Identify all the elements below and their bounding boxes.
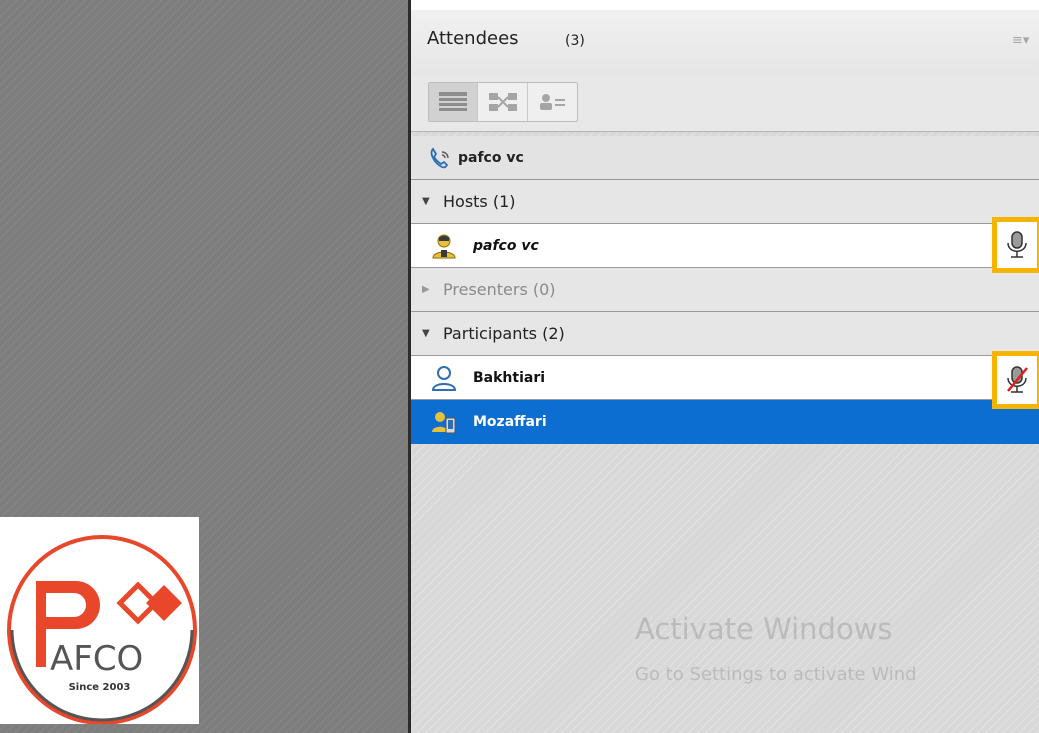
view-switcher bbox=[428, 82, 578, 122]
expand-caret-icon[interactable]: ▼ bbox=[422, 196, 432, 207]
conference-line-row[interactable]: pafco vc bbox=[411, 136, 1039, 180]
role-view-button[interactable] bbox=[528, 83, 577, 121]
expand-caret-icon[interactable]: ▼ bbox=[422, 328, 432, 339]
panel-title: Attendees bbox=[427, 28, 519, 49]
role-view-icon bbox=[540, 94, 566, 110]
list-view-icon bbox=[439, 92, 468, 111]
breakout-view-icon bbox=[488, 93, 517, 111]
panel-header: Attendees (3) ≡▾ bbox=[411, 0, 1039, 76]
microphone-muted-icon bbox=[1007, 366, 1028, 393]
host-microphone-button[interactable] bbox=[992, 217, 1039, 273]
attendee-name: pafco vc bbox=[473, 237, 539, 254]
attendee-name: Bakhtiari bbox=[473, 369, 546, 386]
section-participants[interactable]: ▼ Participants (2) bbox=[411, 312, 1039, 356]
section-hosts-label: Hosts (1) bbox=[443, 192, 516, 211]
microphone-icon bbox=[1007, 231, 1027, 258]
section-presenters[interactable]: ▶ Presenters (0) bbox=[411, 268, 1039, 312]
list-menu-icon[interactable]: ≡▾ bbox=[1012, 33, 1029, 48]
logo-text: AFCO bbox=[50, 639, 143, 679]
pafco-logo: AFCO Since 2003 bbox=[0, 517, 199, 724]
attendee-name: Mozaffari bbox=[473, 414, 547, 430]
attendee-row-bakhtiari[interactable]: Bakhtiari bbox=[411, 356, 1039, 400]
activate-windows-subtitle: Go to Settings to activate Wind bbox=[635, 664, 917, 685]
view-toolbar bbox=[411, 76, 1039, 132]
phone-call-icon bbox=[430, 147, 449, 168]
section-presenters-label: Presenters (0) bbox=[443, 280, 556, 299]
list-view-button[interactable] bbox=[429, 83, 479, 121]
activate-windows-title: Activate Windows bbox=[635, 612, 893, 646]
participant-user-icon bbox=[431, 365, 457, 391]
participant-microphone-button[interactable] bbox=[992, 351, 1039, 409]
logo-since-text: Since 2003 bbox=[68, 682, 131, 693]
section-participants-label: Participants (2) bbox=[443, 324, 565, 343]
attendee-count: (3) bbox=[565, 33, 585, 49]
host-user-icon bbox=[432, 234, 456, 258]
collapse-caret-icon[interactable]: ▶ bbox=[422, 284, 432, 295]
breakout-view-button[interactable] bbox=[478, 83, 528, 121]
mobile-user-icon bbox=[432, 412, 456, 434]
section-hosts[interactable]: ▼ Hosts (1) bbox=[411, 180, 1039, 224]
attendee-row-mozaffari[interactable]: Mozaffari bbox=[411, 400, 1039, 444]
conference-label: pafco vc bbox=[458, 149, 524, 166]
attendee-row-host[interactable]: pafco vc bbox=[411, 224, 1039, 268]
attendees-panel: Attendees (3) ≡▾ pafco vc ▼ Hosts (1) pa… bbox=[411, 0, 1039, 733]
